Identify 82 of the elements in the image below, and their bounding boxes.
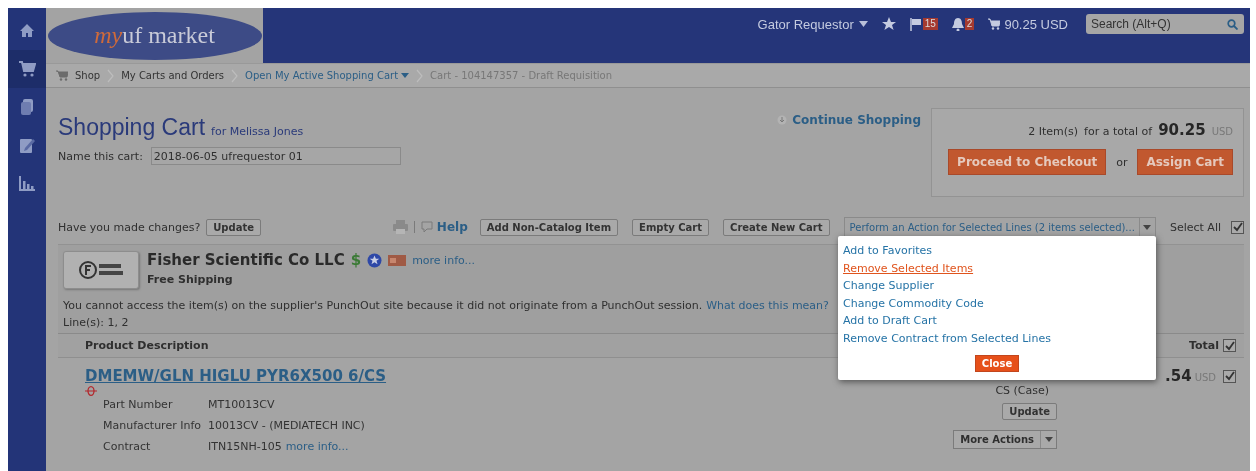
price-indicator: $ — [350, 251, 362, 269]
more-actions-button[interactable]: More Actions — [953, 430, 1058, 449]
update-button[interactable]: Update — [1002, 403, 1058, 420]
flag-badge-icon — [388, 254, 407, 266]
toolbar-button[interactable]: Add Non-Catalog Item — [479, 218, 619, 236]
detail-label: Contract — [103, 440, 152, 453]
cart-icon — [988, 18, 1001, 30]
bell-icon — [951, 17, 964, 31]
cart-total-link[interactable]: 90.25 USD — [988, 16, 1068, 32]
detail-value: 10013CV - (MEDIATECH INC) — [208, 419, 365, 432]
select-all-label: Select All — [1169, 220, 1221, 234]
menu-item[interactable]: Remove Contract from Selected Lines — [843, 329, 1151, 347]
shipping-note: Free Shipping — [147, 273, 234, 286]
item-count: 2 Item(s) — [1028, 125, 1079, 138]
page-title: Shopping Cart — [58, 114, 206, 141]
line-total: .54 — [1165, 367, 1192, 385]
cart-icon — [18, 60, 36, 78]
documents-icon — [18, 98, 36, 116]
supplier-name: Fisher Scientific Co LLC — [147, 251, 345, 269]
or-text: or — [1116, 155, 1128, 169]
select-all-checkbox[interactable] — [1231, 220, 1244, 234]
cart-owner: for Melissa Jones — [211, 125, 304, 138]
cart-name-field[interactable]: 2018-06-05 ufrequestor 01 — [150, 147, 401, 165]
help-bubble-icon — [420, 221, 433, 233]
checkmark-icon — [1224, 340, 1235, 351]
caret-icon — [858, 21, 868, 27]
unit-of-measure: CS (Case) — [995, 384, 1050, 397]
close-button[interactable]: Close — [974, 355, 1020, 372]
detail-label: Manufacturer Info — [103, 419, 202, 432]
toolbar-button[interactable]: Create New Cart — [723, 218, 830, 236]
notification-count: 2 — [964, 17, 975, 30]
total-amount: 90.25 — [1158, 121, 1206, 139]
detail-label: Part Number — [103, 398, 174, 411]
bar-chart-icon — [18, 174, 36, 192]
menu-item[interactable]: Add to Draft Cart — [843, 312, 1151, 330]
caret-icon — [1143, 224, 1152, 230]
checkmark-icon — [1232, 222, 1243, 232]
checkout-button[interactable]: Proceed to Checkout — [948, 149, 1107, 175]
sidebar-item[interactable] — [8, 50, 46, 88]
column-header: Product Description — [85, 339, 209, 352]
caret-icon — [401, 73, 410, 78]
help-link[interactable]: Help — [420, 220, 468, 234]
checkmark-icon — [1224, 371, 1235, 381]
notification-count: 15 — [922, 17, 938, 30]
edit-icon — [18, 136, 36, 154]
print-icon — [392, 220, 408, 234]
home-icon — [18, 22, 36, 40]
menu-item[interactable]: Change Supplier — [843, 277, 1151, 295]
detail-value: MT10013CV — [208, 398, 275, 411]
punchout-notice: You cannot access the item(s) on the supplier's PunchOut site because it did not originate from a PunchOut session. — [63, 299, 703, 312]
menu-item[interactable]: Add to Favorites — [843, 242, 1151, 260]
field-label: Name this cart: — [58, 149, 143, 163]
user-menu[interactable]: Gator Requestor — [757, 16, 868, 32]
toolbar-button[interactable]: Empty Cart — [632, 218, 710, 236]
assign-cart-button[interactable]: Assign Cart — [1137, 149, 1233, 175]
back-arrow-icon — [777, 115, 788, 125]
breadcrumb-link[interactable]: Shop — [75, 70, 101, 81]
flag-icon — [909, 17, 922, 31]
column-header: Total — [1188, 339, 1219, 352]
breadcrumb-link[interactable]: Open My Active Shopping Cart — [245, 70, 410, 81]
changes-prompt: Have you made changes? — [58, 220, 201, 234]
breadcrumb-link[interactable]: My Carts and Orders — [121, 70, 225, 81]
more-info-link[interactable]: more info... — [412, 253, 476, 267]
continue-shopping-link[interactable]: Continue Shopping — [777, 113, 921, 127]
star-badge-icon — [367, 252, 383, 268]
line-checkbox[interactable] — [1223, 369, 1236, 383]
cart-icon — [56, 70, 68, 81]
logo[interactable]: myuf market — [47, 11, 262, 60]
menu-item[interactable]: Remove Selected Items — [843, 259, 1151, 277]
total-label: for a total of — [1084, 125, 1153, 138]
update-button[interactable]: Update — [206, 218, 261, 236]
more-info-link[interactable]: more info... — [285, 440, 349, 453]
caret-icon — [1044, 437, 1053, 442]
diamond-marker-icon — [85, 386, 97, 396]
star-icon — [881, 17, 896, 31]
checkbox[interactable] — [1223, 339, 1236, 352]
search-icon — [1227, 19, 1238, 30]
line-numbers: Line(s): 1, 2 — [63, 316, 129, 329]
detail-value: ITN15NH-105 — [208, 440, 282, 453]
search-field[interactable]: Search (Alt+Q) — [1086, 14, 1244, 34]
fisher-logo-drawing — [78, 259, 124, 281]
menu-item[interactable]: Change Commodity Code — [843, 294, 1151, 312]
